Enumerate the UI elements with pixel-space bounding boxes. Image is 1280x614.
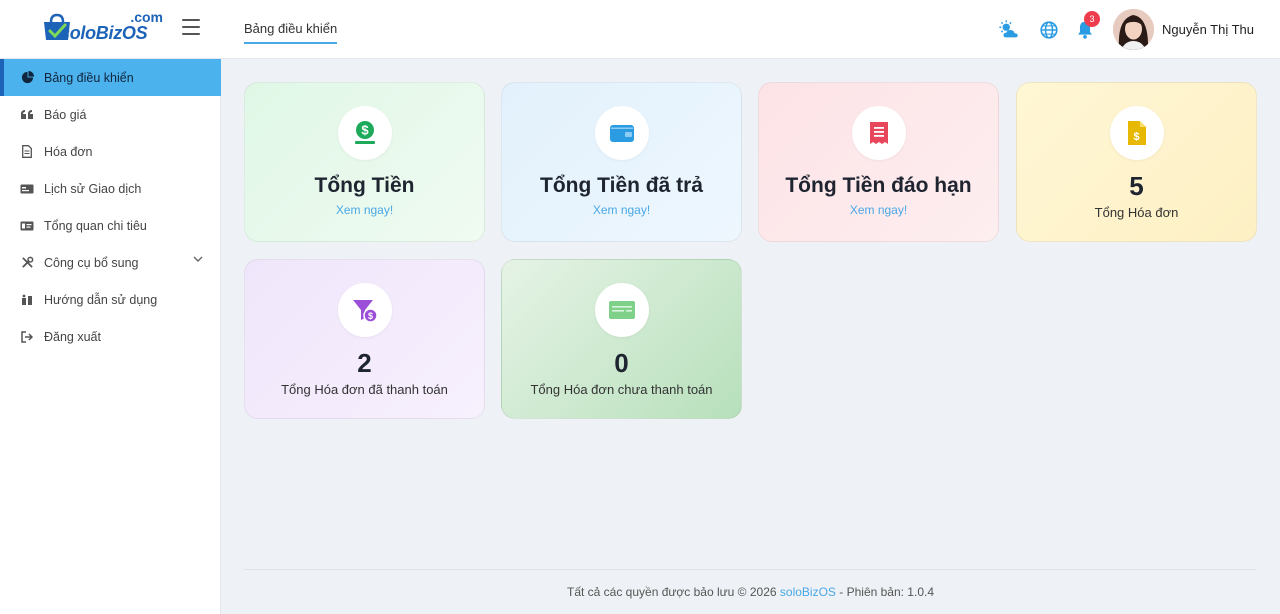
view-now-link[interactable]: Xem ngay! [245, 203, 484, 217]
view-now-link[interactable]: Xem ngay! [502, 203, 741, 217]
sidebar-item-label: Hướng dẫn sử dụng [44, 292, 158, 307]
footer-brand-link[interactable]: soloBizOS [780, 585, 836, 599]
pie-chart-icon [20, 71, 34, 85]
sidebar-item-user-guide[interactable]: Hướng dẫn sử dụng [0, 281, 221, 318]
card-icon-circle: $ [338, 106, 392, 160]
unpaid-invoices-card[interactable]: 0 Tổng Hóa đơn chưa thanh toán [501, 259, 742, 419]
sidebar-item-label: Đăng xuất [44, 329, 101, 344]
logo[interactable]: .com soloBizOS [40, 9, 165, 44]
footer-divider [244, 569, 1256, 570]
footer-version: - Phiên bản: 1.0.4 [839, 585, 934, 599]
card-label: Tổng Hóa đơn [1094, 205, 1179, 220]
card-value: 2 [357, 348, 372, 378]
svg-text:$: $ [361, 123, 369, 138]
total-amount-card[interactable]: $ Tổng Tiền Xem ngay! [244, 82, 485, 242]
footer: Tất cả các quyền được bảo lưu © 2026 sol… [221, 585, 1280, 599]
sidebar-item-transaction-history[interactable]: Lịch sử Giao dịch [0, 170, 221, 207]
paid-invoices-card[interactable]: $ 2 Tổng Hóa đơn đã thanh toán [244, 259, 485, 419]
sidebar-item-dashboard[interactable]: Bảng điều khiển [0, 59, 221, 96]
card-label: Tổng Hóa đơn đã thanh toán [281, 382, 448, 397]
sidebar: Bảng điều khiển Báo giá Hóa đơn Lịch sử … [0, 59, 221, 614]
card-title: Tổng Tiền [314, 174, 415, 197]
sidebar-item-quotes[interactable]: Báo giá [0, 96, 221, 133]
logo-text: soloBizOS [60, 23, 148, 43]
document-icon [20, 145, 34, 159]
sidebar-item-label: Tổng quan chi tiêu [44, 218, 147, 233]
card-icon-circle [595, 106, 649, 160]
card-value: 0 [614, 348, 629, 378]
total-paid-card[interactable]: Tổng Tiền đã trả Xem ngay! [501, 82, 742, 242]
card-label: Tổng Hóa đơn chưa thanh toán [530, 382, 713, 397]
menu-toggle-icon[interactable] [182, 19, 200, 35]
receipt-icon [870, 122, 888, 144]
svg-text:$: $ [1133, 131, 1139, 143]
user-name[interactable]: Nguyễn Thị Thu [1162, 22, 1254, 37]
svg-text:$: $ [368, 311, 373, 321]
top-header: .com soloBizOS Bảng điều khiển 3 Nguyễn … [0, 0, 1280, 59]
card-icon-circle: $ [1110, 106, 1164, 160]
card-value: 5 [1129, 171, 1144, 201]
weather-icon[interactable] [998, 19, 1020, 41]
card-icon [20, 182, 34, 196]
total-due-card[interactable]: Tổng Tiền đáo hạn Xem ngay! [758, 82, 999, 242]
guide-icon [20, 293, 34, 307]
id-card-icon [20, 219, 34, 233]
sidebar-item-label: Công cụ bổ sung [44, 255, 139, 270]
avatar[interactable] [1113, 9, 1154, 50]
sidebar-item-label: Báo giá [44, 107, 87, 122]
money-icon: $ [355, 121, 375, 144]
sidebar-item-label: Bảng điều khiển [44, 70, 134, 85]
funnel-dollar-icon: $ [353, 300, 378, 323]
chevron-down-icon[interactable] [193, 256, 203, 263]
notification-badge: 3 [1084, 11, 1100, 27]
tab-dashboard[interactable]: Bảng điều khiển [244, 21, 338, 44]
card-icon-circle: $ [338, 283, 392, 337]
view-now-link[interactable]: Xem ngay! [759, 203, 998, 217]
sidebar-item-logout[interactable]: Đăng xuất [0, 318, 221, 355]
sidebar-item-invoices[interactable]: Hóa đơn [0, 133, 221, 170]
sidebar-item-extra-tools[interactable]: Công cụ bổ sung [0, 244, 221, 281]
globe-icon[interactable] [1038, 19, 1060, 41]
footer-copyright: Tất cả các quyền được bảo lưu © 2026 [566, 585, 777, 599]
card-icon-circle [852, 106, 906, 160]
wallet-icon [610, 125, 634, 142]
logout-icon [20, 330, 34, 344]
check-icon [609, 301, 635, 319]
quote-icon [20, 108, 34, 122]
card-title: Tổng Tiền đáo hạn [785, 174, 972, 197]
sidebar-item-spending-overview[interactable]: Tổng quan chi tiêu [0, 207, 221, 244]
sidebar-item-label: Hóa đơn [44, 144, 93, 159]
avatar-image [1113, 9, 1154, 50]
sidebar-item-label: Lịch sử Giao dịch [44, 181, 142, 196]
total-invoices-card[interactable]: $ 5 Tổng Hóa đơn [1016, 82, 1257, 242]
card-title: Tổng Tiền đã trả [540, 174, 703, 197]
invoice-icon: $ [1128, 121, 1146, 145]
card-icon-circle [595, 283, 649, 337]
tools-icon [20, 256, 34, 270]
